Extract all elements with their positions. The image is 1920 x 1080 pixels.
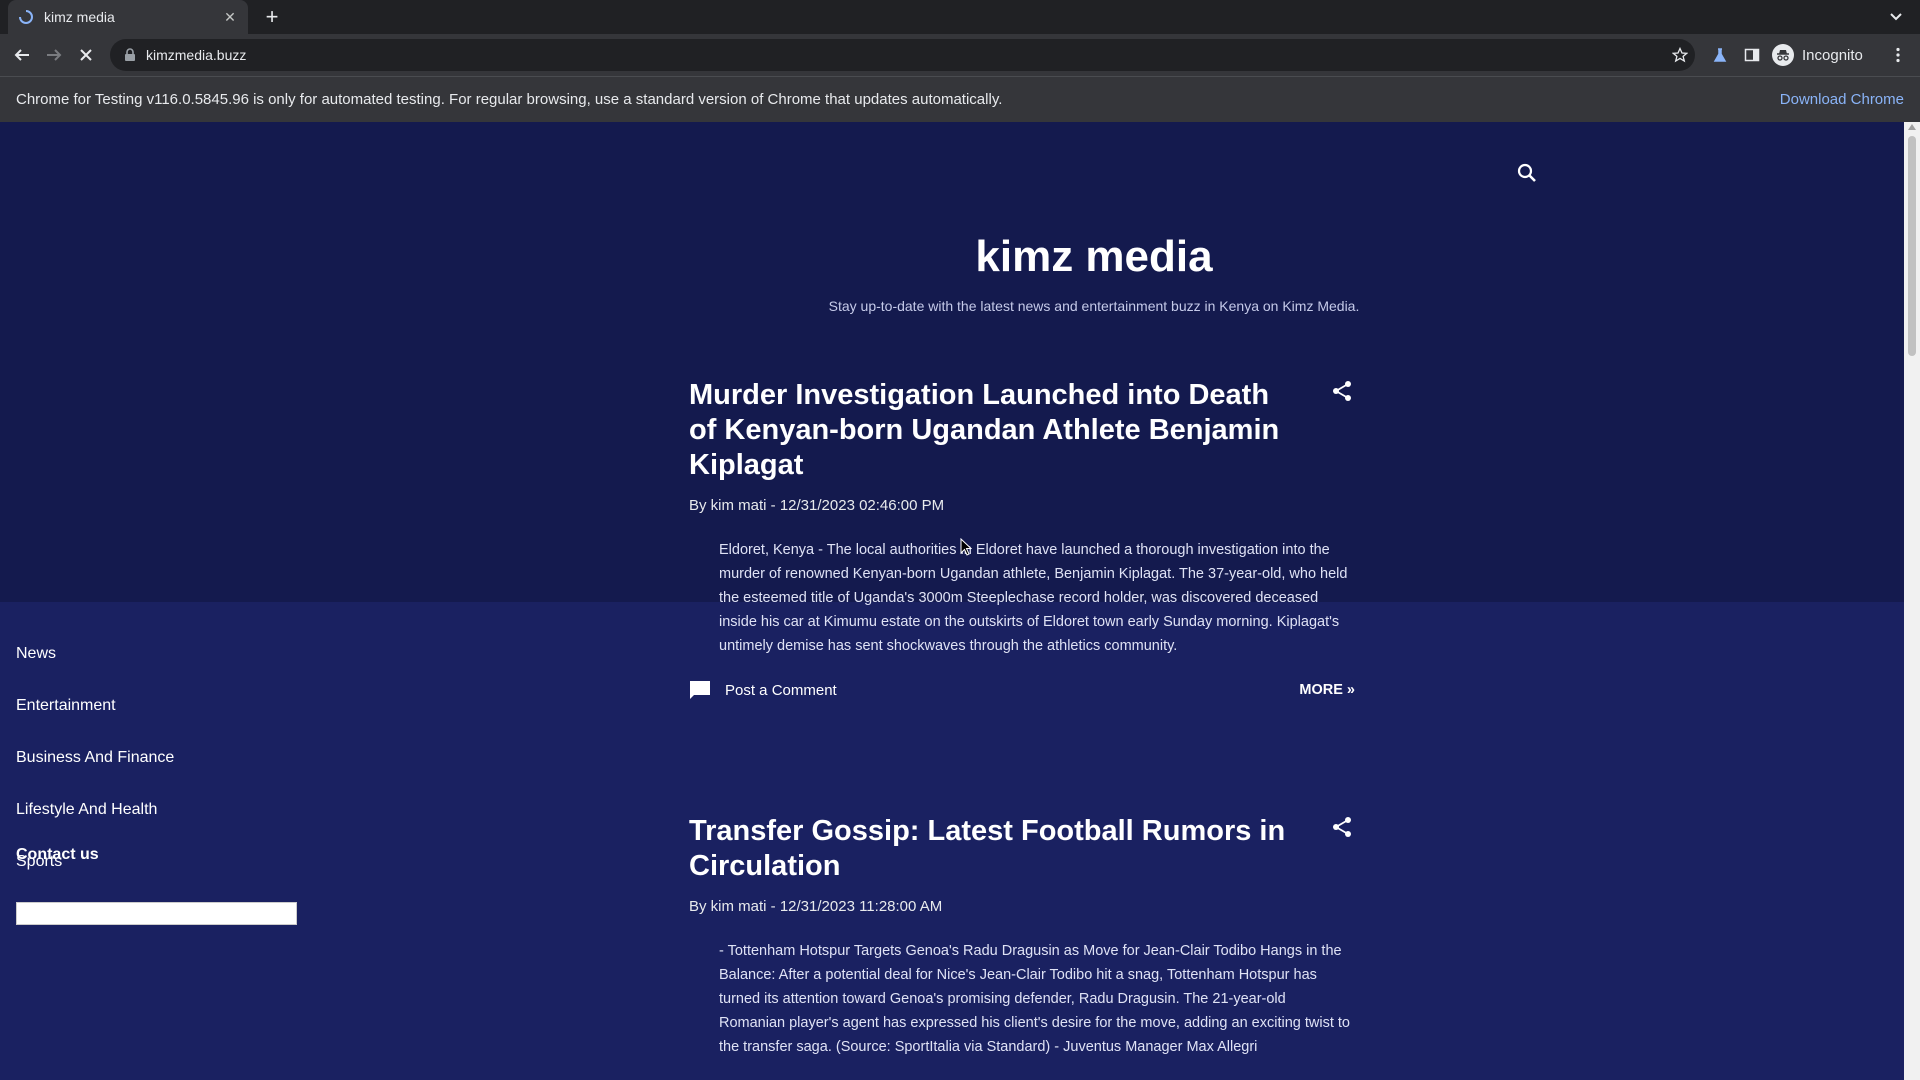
post-footer: Post a Comment MORE »	[689, 680, 1355, 700]
more-link[interactable]: MORE »	[1299, 682, 1355, 698]
loading-icon	[18, 9, 34, 25]
forward-button[interactable]	[42, 43, 66, 67]
sidebar-item-business-and-finance[interactable]: Business And Finance	[16, 748, 174, 800]
comment-icon	[690, 681, 710, 699]
incognito-profile-button[interactable]: Incognito	[1772, 39, 1863, 71]
share-icon[interactable]	[1331, 816, 1353, 838]
blog-title[interactable]: kimz media	[0, 232, 1904, 282]
post-byline: By kim mati - 12/31/2023 11:28:00 AM	[689, 898, 943, 915]
share-icon[interactable]	[1331, 380, 1353, 402]
post-card: Murder Investigation Launched into Death…	[689, 378, 1355, 700]
blog-page: kimz media Stay up-to-date with the late…	[0, 122, 1904, 1080]
bookmark-star-icon[interactable]	[1668, 43, 1692, 67]
stop-loading-button[interactable]	[74, 43, 98, 67]
tab-search-icon[interactable]	[1886, 6, 1906, 26]
infobar-message: Chrome for Testing v116.0.5845.96 is onl…	[16, 91, 1003, 108]
address-bar[interactable]: kimzmedia.buzz	[110, 39, 1695, 71]
post-title[interactable]: Murder Investigation Launched into Death…	[689, 378, 1299, 483]
sidebar-item-entertainment[interactable]: Entertainment	[16, 696, 174, 748]
side-panel-icon[interactable]	[1740, 43, 1764, 67]
testing-infobar: Chrome for Testing v116.0.5845.96 is onl…	[0, 76, 1920, 122]
download-chrome-link[interactable]: Download Chrome	[1780, 91, 1904, 108]
back-button[interactable]	[10, 43, 34, 67]
arrow-left-icon	[14, 49, 29, 61]
contact-us-heading: Contact us	[16, 846, 99, 863]
close-icon	[80, 49, 92, 61]
new-tab-button[interactable]: +	[260, 5, 284, 29]
browser-toolbar: kimzmedia.buzz Incognito	[0, 34, 1920, 76]
tab-title: kimz media	[44, 9, 115, 25]
lock-icon	[125, 48, 135, 61]
post-snippet: - Tottenham Hotspur Targets Genoa's Radu…	[719, 943, 1350, 1055]
search-icon[interactable]	[1516, 162, 1538, 184]
post-title[interactable]: Transfer Gossip: Latest Football Rumors …	[689, 814, 1299, 884]
scroll-up-arrow-icon[interactable]	[1908, 124, 1916, 130]
mouse-cursor-icon	[960, 537, 973, 556]
post-comment-button[interactable]: Post a Comment	[689, 680, 837, 700]
url-text: kimzmedia.buzz	[146, 47, 247, 63]
post-card: Transfer Gossip: Latest Football Rumors …	[689, 814, 1355, 1059]
page-scrollbar[interactable]	[1904, 122, 1920, 1080]
browser-menu-icon[interactable]	[1886, 43, 1910, 67]
post-comment-label: Post a Comment	[725, 681, 837, 699]
post-byline: By kim mati - 12/31/2023 02:46:00 PM	[689, 497, 945, 514]
contact-form-input[interactable]	[16, 902, 297, 925]
close-tab-icon[interactable]: ✕	[222, 9, 238, 26]
browser-tab[interactable]: kimz media ✕	[8, 0, 248, 34]
sidebar-item-lifestyle-and-health[interactable]: Lifestyle And Health	[16, 800, 174, 852]
incognito-label: Incognito	[1802, 46, 1863, 64]
browser-tabstrip: kimz media ✕ +	[0, 0, 1920, 34]
blog-description: Stay up-to-date with the latest news and…	[828, 298, 1360, 314]
post-snippet: Eldoret, Kenya - The local authorities i…	[719, 542, 1348, 654]
incognito-icon	[1772, 44, 1794, 66]
arrow-right-icon	[47, 49, 62, 61]
scrollbar-thumb[interactable]	[1908, 136, 1916, 356]
labs-flask-icon[interactable]	[1708, 43, 1732, 67]
sidebar-item-news[interactable]: News	[16, 644, 174, 696]
